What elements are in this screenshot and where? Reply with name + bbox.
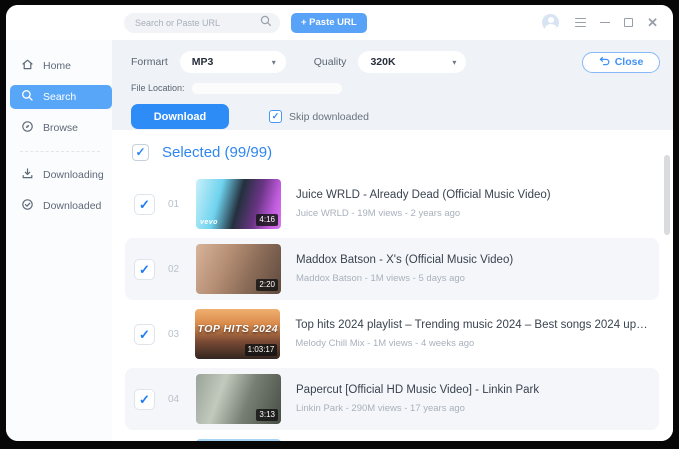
quality-label: Quality — [314, 56, 347, 68]
file-location-label: File Location: — [131, 83, 185, 93]
format-label: Formart — [131, 56, 168, 68]
content: Formart MP3 ▾ Quality 320K ▾ — [112, 40, 673, 441]
minimize-icon[interactable] — [600, 22, 610, 24]
video-row-partial[interactable] — [125, 433, 659, 441]
video-row[interactable]: ✓ 04 3:13 Papercut [Official HD Music Vi… — [125, 368, 659, 430]
download-icon — [21, 167, 34, 183]
close-panel-label: Close — [615, 56, 644, 68]
video-thumbnail[interactable] — [196, 439, 281, 441]
video-list: ✓ Selected (99/99) ✓ 01 vevo 4:16 Juice … — [112, 130, 673, 441]
maximize-icon[interactable] — [624, 18, 633, 27]
skip-downloaded-option[interactable]: ✓ Skip downloaded — [269, 110, 369, 123]
thumbnail-overlay-text: TOP HITS 2024 — [195, 323, 280, 335]
video-info: Top hits 2024 playlist – Trending music … — [295, 319, 649, 349]
check-circle-icon — [21, 198, 34, 214]
duration-badge: 1:03:17 — [245, 344, 278, 356]
row-number: 01 — [168, 199, 183, 210]
paste-url-button[interactable]: + Paste URL — [291, 13, 367, 33]
video-thumbnail[interactable]: TOP HITS 2024 1:03:17 — [195, 309, 280, 359]
home-icon — [21, 58, 34, 74]
main-area: Home Search Browse Downloading — [6, 40, 673, 441]
file-location-input[interactable] — [192, 83, 342, 94]
search-input[interactable] — [135, 18, 260, 28]
rows-container: ✓ 01 vevo 4:16 Juice WRLD - Already Dead… — [125, 173, 659, 441]
sidebar: Home Search Browse Downloading — [6, 40, 112, 441]
video-meta: Melody Chill Mix - 1M views - 4 weeks ag… — [295, 338, 649, 349]
search-bar[interactable] — [124, 13, 280, 33]
duration-badge: 4:16 — [256, 214, 278, 226]
titlebar: + Paste URL ✕ — [6, 5, 673, 40]
duration-badge: 3:13 — [256, 409, 278, 421]
download-button[interactable]: Download — [131, 104, 229, 129]
video-info: Maddox Batson - X's (Official Music Vide… — [296, 254, 513, 284]
sidebar-item-label: Downloading — [43, 169, 104, 181]
chevron-down-icon: ▾ — [452, 58, 456, 67]
search-icon — [260, 14, 272, 32]
sidebar-item-search[interactable]: Search — [10, 85, 112, 109]
row-checkbox[interactable]: ✓ — [134, 194, 155, 215]
sidebar-item-label: Browse — [43, 122, 78, 134]
sidebar-item-downloading[interactable]: Downloading — [6, 163, 112, 187]
quality-value: 320K — [370, 56, 395, 68]
video-thumbnail[interactable]: vevo 4:16 — [196, 179, 281, 229]
video-info: Papercut [Official HD Music Video] - Lin… — [296, 384, 539, 414]
vevo-badge: vevo — [200, 219, 218, 226]
sidebar-divider — [20, 151, 100, 152]
video-title: Maddox Batson - X's (Official Music Vide… — [296, 254, 513, 266]
selected-count-label: Selected (99/99) — [162, 144, 272, 161]
skip-downloaded-label: Skip downloaded — [289, 111, 369, 123]
sidebar-item-label: Downloaded — [43, 200, 101, 212]
row-number: 03 — [168, 329, 182, 340]
video-thumbnail[interactable]: 3:13 — [196, 374, 281, 424]
sidebar-item-label: Home — [43, 60, 71, 72]
row-number: 02 — [168, 264, 183, 275]
row-checkbox[interactable]: ✓ — [134, 259, 155, 280]
video-info: Juice WRLD - Already Dead (Official Musi… — [296, 189, 551, 219]
avatar-head — [548, 17, 554, 23]
sidebar-item-label: Search — [43, 91, 76, 103]
row-checkbox[interactable]: ✓ — [134, 389, 155, 410]
row-number: 04 — [168, 394, 183, 405]
close-window-icon[interactable]: ✕ — [647, 16, 658, 29]
window-controls: ✕ — [575, 16, 658, 29]
sidebar-item-browse[interactable]: Browse — [6, 116, 112, 140]
video-meta: Juice WRLD - 19M views - 2 years ago — [296, 208, 551, 219]
row-checkbox[interactable]: ✓ — [134, 324, 155, 345]
video-meta: Maddox Batson - 1M views - 5 days ago — [296, 273, 513, 284]
list-header: ✓ Selected (99/99) — [125, 140, 659, 164]
options-panel: Formart MP3 ▾ Quality 320K ▾ — [112, 40, 673, 130]
sidebar-item-home[interactable]: Home — [6, 54, 112, 78]
search-nav-icon — [21, 89, 34, 105]
sidebar-item-downloaded[interactable]: Downloaded — [6, 194, 112, 218]
user-avatar[interactable] — [542, 14, 559, 31]
close-panel-button[interactable]: Close — [582, 52, 660, 73]
app-window: + Paste URL ✕ Home Se — [6, 5, 673, 441]
menu-icon[interactable] — [575, 18, 586, 27]
video-row[interactable]: ✓ 03 TOP HITS 2024 1:03:17 Top hits 2024… — [125, 303, 659, 365]
compass-icon — [21, 120, 34, 136]
format-select[interactable]: MP3 ▾ — [180, 51, 286, 73]
video-title: Top hits 2024 playlist – Trending music … — [295, 319, 649, 331]
skip-downloaded-checkbox[interactable]: ✓ — [269, 110, 282, 123]
scrollbar-thumb[interactable] — [664, 155, 670, 235]
undo-arrow-icon — [599, 56, 610, 69]
video-meta: Linkin Park - 290M views - 17 years ago — [296, 403, 539, 414]
duration-badge: 2:20 — [256, 279, 278, 291]
quality-select[interactable]: 320K ▾ — [358, 51, 466, 73]
video-row[interactable]: ✓ 02 2:20 Maddox Batson - X's (Official … — [125, 238, 659, 300]
select-all-checkbox[interactable]: ✓ — [132, 144, 149, 161]
video-row[interactable]: ✓ 01 vevo 4:16 Juice WRLD - Already Dead… — [125, 173, 659, 235]
avatar-body — [545, 24, 557, 31]
video-title: Juice WRLD - Already Dead (Official Musi… — [296, 189, 551, 201]
video-thumbnail[interactable]: 2:20 — [196, 244, 281, 294]
chevron-down-icon: ▾ — [272, 58, 276, 67]
format-value: MP3 — [192, 56, 214, 68]
video-title: Papercut [Official HD Music Video] - Lin… — [296, 384, 539, 396]
